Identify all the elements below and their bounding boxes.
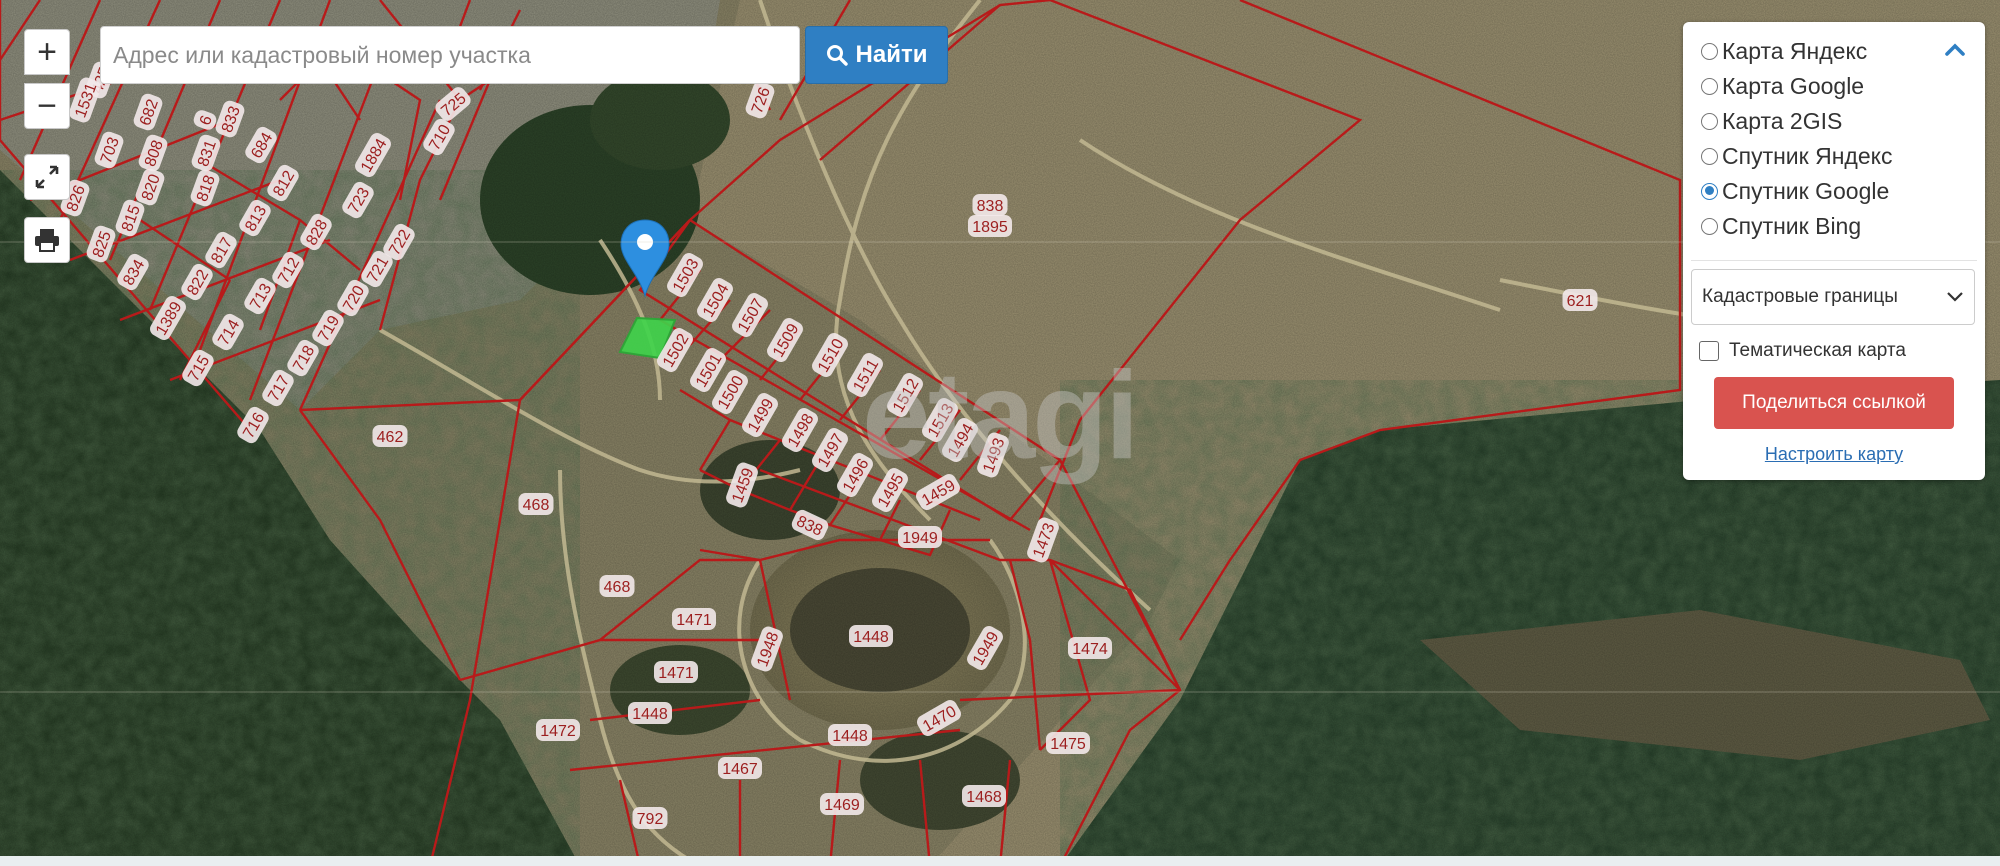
search-button-label: Найти (855, 41, 928, 68)
share-link-label: Поделиться ссылкой (1742, 392, 1926, 413)
parcel-label-text: 468 (523, 497, 550, 514)
boundaries-select[interactable]: Кадастровые границы (1691, 269, 1975, 325)
parcel-label: 1895 (968, 215, 1012, 237)
parcel-label: 1949 (898, 526, 942, 548)
zoom-out-button[interactable]: − (24, 83, 70, 129)
parcel-label: 1448 (628, 702, 672, 724)
parcel-label-text: 1471 (676, 612, 712, 629)
parcel-label: 1448 (828, 724, 872, 746)
zoom-in-button[interactable]: + (24, 29, 70, 75)
chevron-up-icon[interactable] (1941, 36, 1969, 64)
basemap-option-label: Карта 2GIS (1722, 107, 1843, 134)
basemap-option-label: Спутник Яндекс (1722, 142, 1893, 169)
search-input[interactable] (100, 26, 800, 84)
parcel-label-text: 468 (604, 579, 631, 596)
parcel-label-text: 1949 (902, 530, 938, 547)
parcel-label: 462 (372, 425, 408, 447)
basemap-option[interactable]: Карта 2GIS (1701, 106, 1842, 136)
parcel-label-text: 1472 (540, 723, 576, 740)
parcel-label-text: 1448 (632, 706, 668, 723)
thematic-map-checkbox[interactable] (1699, 341, 1719, 361)
parcel-label: 1475 (1046, 732, 1090, 754)
parcel-label-text: 1469 (824, 797, 860, 814)
bottom-strip (0, 856, 2000, 866)
search-button[interactable]: Найти (805, 26, 948, 84)
basemap-option[interactable]: Карта Яндекс (1701, 36, 1867, 66)
parcel-label: 838 (972, 194, 1008, 216)
radio-icon[interactable] (1701, 112, 1718, 130)
basemap-option[interactable]: Спутник Bing (1701, 211, 1861, 241)
parcel-label: 1471 (654, 661, 698, 683)
printer-icon (35, 229, 59, 252)
parcel-label-text: 838 (977, 198, 1004, 215)
parcel-label-text: 462 (377, 429, 404, 446)
radio-checked-icon[interactable] (1701, 182, 1718, 200)
radio-icon[interactable] (1701, 147, 1718, 165)
basemap-option-label: Карта Яндекс (1722, 37, 1868, 64)
parcel-label-text: 1467 (722, 761, 758, 778)
chevron-down-icon (1947, 292, 1963, 302)
basemap-option[interactable]: Спутник Яндекс (1701, 141, 1892, 171)
parcel-label-text: 1471 (658, 665, 694, 682)
parcel-label: 1472 (536, 719, 580, 741)
parcel-label: 468 (599, 575, 635, 597)
print-button[interactable] (24, 217, 70, 263)
radio-icon[interactable] (1701, 217, 1718, 235)
watermark-logo: etagi (862, 347, 1139, 485)
fullscreen-button[interactable] (24, 154, 70, 200)
parcel-label: 792 (632, 807, 668, 829)
thematic-map-toggle[interactable]: Тематическая карта (1699, 340, 1906, 362)
parcel-label: 621 (1562, 289, 1598, 311)
parcel-label-text: 1475 (1050, 736, 1086, 753)
parcel-label-text: 621 (1567, 293, 1594, 310)
parcel-label-text: 1895 (972, 219, 1008, 236)
plus-icon: + (37, 32, 57, 71)
parcel-label-text: 1448 (832, 728, 868, 745)
basemap-option-label: Спутник Google (1722, 177, 1890, 204)
parcel-label: 1469 (820, 793, 864, 815)
basemap-option[interactable]: Спутник Google (1701, 176, 1889, 206)
basemap-option-label: Спутник Bing (1722, 212, 1862, 239)
layers-panel: Карта Яндекс Карта Google Карта 2GIS Спутни… (1683, 22, 1985, 480)
basemap-option-label: Карта Google (1722, 72, 1865, 99)
parcel-label: 1468 (962, 785, 1006, 807)
share-link-button[interactable]: Поделиться ссылкой (1714, 377, 1954, 429)
configure-map-link[interactable]: Настроить карту (1683, 444, 1985, 465)
radio-icon[interactable] (1701, 77, 1718, 95)
panel-divider (1691, 260, 1977, 261)
parcel-label-text: 1448 (853, 629, 889, 646)
basemap-option[interactable]: Карта Google (1701, 71, 1864, 101)
search-icon (826, 45, 848, 66)
minus-icon: − (37, 86, 57, 125)
parcel-label: 1448 (849, 625, 893, 647)
parcel-label-text: 1468 (966, 789, 1002, 806)
parcel-label: 1474 (1068, 637, 1112, 659)
parcel-label-text: 792 (637, 811, 664, 828)
parcel-label: 1471 (672, 608, 716, 630)
thematic-map-label: Тематическая карта (1729, 340, 1906, 361)
parcel-label: 1467 (718, 757, 762, 779)
parcel-label: 468 (518, 493, 554, 515)
radio-icon[interactable] (1701, 42, 1718, 60)
parcel-label-text: 1474 (1072, 641, 1108, 658)
boundaries-select-value: Кадастровые границы (1702, 286, 1898, 307)
expand-icon (35, 165, 59, 189)
